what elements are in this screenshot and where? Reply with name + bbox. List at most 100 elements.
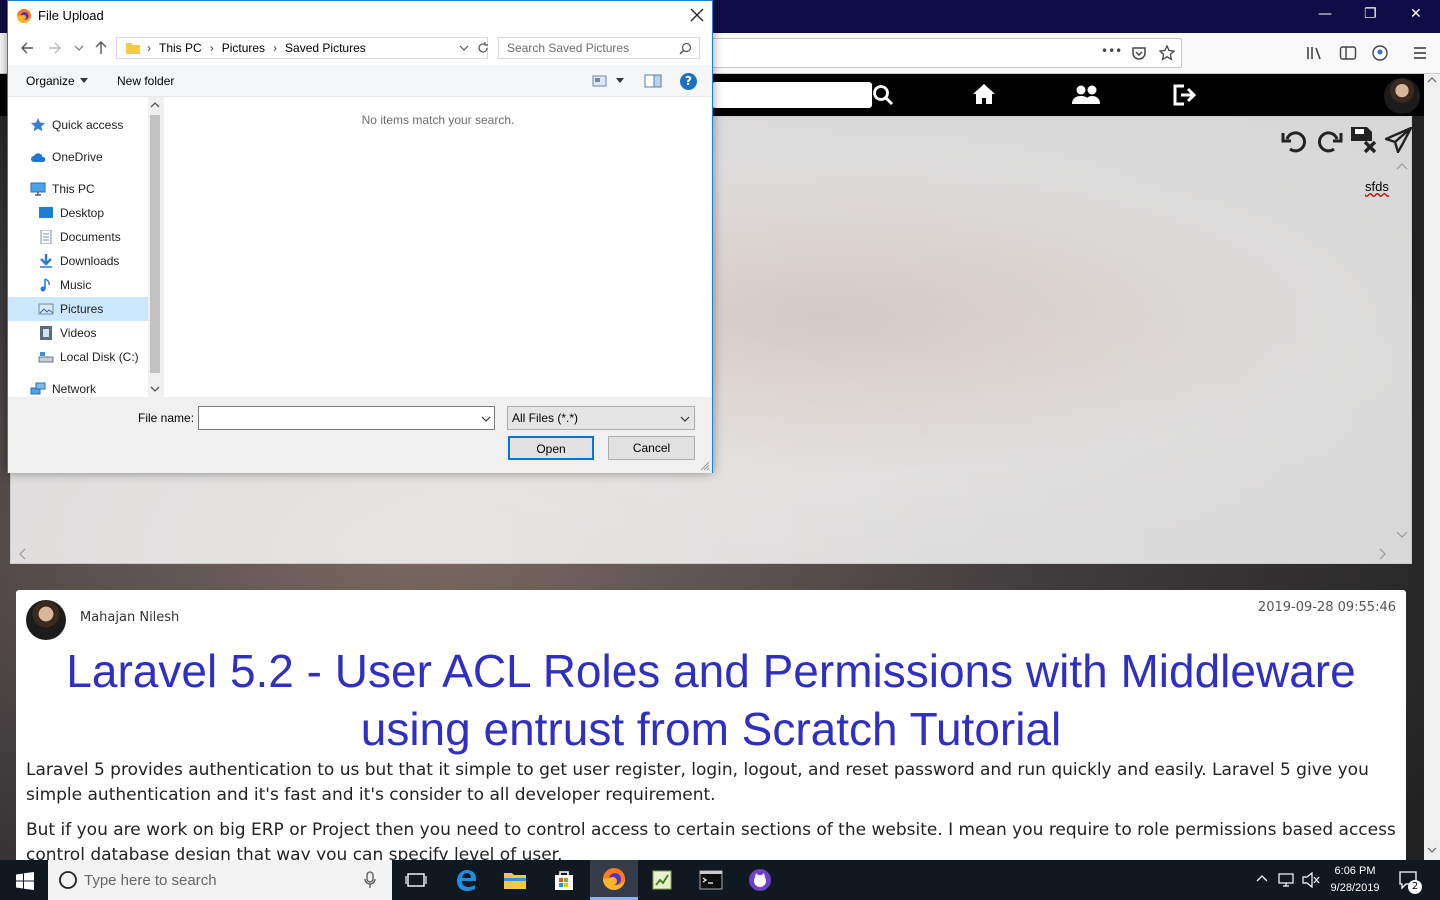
task-view-icon[interactable] xyxy=(392,860,440,900)
open-button[interactable]: Open xyxy=(508,436,594,460)
nav-item-label: Quick access xyxy=(52,118,124,132)
site-search-input[interactable] xyxy=(712,82,872,108)
breadcrumb-pictures[interactable]: Pictures xyxy=(222,41,265,55)
post-timestamp: 2019-09-28 09:55:46 xyxy=(1257,600,1396,615)
close-icon[interactable] xyxy=(690,8,704,22)
system-clock[interactable]: 6:06 PM 9/28/2019 xyxy=(1322,863,1388,897)
breadcrumb-separator: › xyxy=(147,41,151,55)
send-icon[interactable] xyxy=(1385,127,1413,153)
taskbar-search-placeholder: Type here to search xyxy=(84,871,217,889)
file-name-field[interactable] xyxy=(198,406,495,430)
breadcrumb-saved-pictures[interactable]: Saved Pictures xyxy=(285,41,366,55)
nav-scrollbar-thumb[interactable] xyxy=(150,115,160,373)
nav-item-desktop[interactable]: Desktop xyxy=(38,202,104,224)
nav-item-label: Local Disk (C:) xyxy=(60,350,139,364)
post-title[interactable]: Laravel 5.2 - User ACL Roles and Permiss… xyxy=(36,642,1386,758)
minimize-button[interactable]: — xyxy=(1318,6,1332,22)
preview-pane-icon[interactable] xyxy=(644,74,662,88)
file-list-area[interactable]: No items match your search. xyxy=(164,97,712,397)
firefox-taskbar-icon[interactable] xyxy=(590,860,638,900)
edge-icon[interactable] xyxy=(443,860,491,900)
microphone-icon[interactable] xyxy=(364,871,376,889)
close-window-button[interactable]: ✕ xyxy=(1410,6,1422,22)
windows-start-icon[interactable] xyxy=(16,872,34,890)
redo-icon[interactable] xyxy=(1315,127,1343,155)
nav-item-pictures[interactable]: Pictures xyxy=(38,298,103,320)
view-options-button[interactable] xyxy=(592,75,624,87)
restore-button[interactable]: ❐ xyxy=(1364,6,1377,22)
nav-item-this-pc[interactable]: This PC xyxy=(30,178,95,200)
help-icon[interactable]: ? xyxy=(680,73,697,90)
file-explorer-icon[interactable] xyxy=(491,860,539,900)
avatar[interactable] xyxy=(1384,78,1420,114)
nav-item-quick-access[interactable]: Quick access xyxy=(30,114,123,136)
resize-grip-icon[interactable] xyxy=(700,461,710,471)
forward-arrow-icon[interactable] xyxy=(48,41,62,55)
chevron-up-icon[interactable] xyxy=(1256,873,1268,883)
nav-item-downloads[interactable]: Downloads xyxy=(38,250,119,272)
discard-save-icon[interactable] xyxy=(1349,125,1379,155)
app-taskbar-icon[interactable] xyxy=(638,860,686,900)
github-desktop-icon[interactable] xyxy=(736,860,784,900)
author-name[interactable]: Mahajan Nilesh xyxy=(80,610,179,625)
page-actions-button[interactable]: ••• xyxy=(1101,44,1122,58)
url-bar[interactable]: ••• xyxy=(712,38,1182,68)
new-folder-button[interactable]: New folder xyxy=(117,74,174,88)
nav-item-onedrive[interactable]: OneDrive xyxy=(30,146,103,168)
chevron-down-icon[interactable] xyxy=(481,415,491,423)
terminal-icon[interactable] xyxy=(687,860,735,900)
organize-label: Organize xyxy=(26,74,75,88)
nav-item-label: Pictures xyxy=(60,302,104,316)
library-icon[interactable] xyxy=(1306,45,1324,61)
clock-time: 6:06 PM xyxy=(1334,865,1376,877)
chevron-down-icon[interactable] xyxy=(459,44,469,52)
page-scrollbar[interactable] xyxy=(1424,74,1440,860)
nav-scrollbar[interactable] xyxy=(148,97,162,397)
nav-item-music[interactable]: Music xyxy=(38,274,91,296)
refresh-icon[interactable] xyxy=(477,41,489,55)
editor-horizontal-scrollbar[interactable] xyxy=(11,545,1395,563)
undo-icon[interactable] xyxy=(1281,127,1309,155)
dialog-titlebar: File Upload xyxy=(8,1,712,31)
up-arrow-icon[interactable] xyxy=(94,40,108,55)
home-icon[interactable] xyxy=(972,83,996,105)
nav-item-label: This PC xyxy=(52,182,95,196)
logout-icon[interactable] xyxy=(1172,84,1198,106)
recent-locations-chevron-icon[interactable] xyxy=(74,44,84,52)
nav-item-label: OneDrive xyxy=(52,150,103,164)
nav-item-label: Network xyxy=(52,382,97,396)
post-card: Mahajan Nilesh 2019-09-28 09:55:46 Larav… xyxy=(16,590,1406,860)
search-icon[interactable] xyxy=(872,84,894,106)
address-row: › This PC › Pictures › Saved Pictures Se… xyxy=(8,31,712,65)
network-status-icon[interactable] xyxy=(1278,872,1296,888)
hamburger-menu-icon[interactable] xyxy=(1412,45,1428,61)
nav-item-local-disk[interactable]: Local Disk (C:) xyxy=(38,346,139,368)
path-breadcrumb[interactable]: › This PC › Pictures › Saved Pictures xyxy=(116,37,488,59)
chevron-down-icon[interactable] xyxy=(680,415,690,423)
volume-muted-icon[interactable] xyxy=(1302,872,1320,888)
breadcrumb-separator: › xyxy=(273,41,278,55)
organize-menu-button[interactable]: Organize xyxy=(26,74,88,88)
nav-item-label: Downloads xyxy=(60,254,120,268)
nav-item-label: Desktop xyxy=(60,206,105,220)
author-avatar xyxy=(26,600,66,640)
store-icon[interactable] xyxy=(540,860,588,900)
search-icon[interactable] xyxy=(679,42,692,55)
taskbar-search-box[interactable]: Type here to search xyxy=(48,860,392,900)
sidebar-icon[interactable] xyxy=(1339,45,1357,61)
breadcrumb-this-pc[interactable]: This PC xyxy=(159,41,202,55)
search-input[interactable]: Search Saved Pictures xyxy=(498,37,700,59)
back-arrow-icon[interactable] xyxy=(20,41,34,55)
file-type-select[interactable]: All Files (*.*) xyxy=(507,406,695,430)
cancel-button[interactable]: Cancel xyxy=(608,436,695,460)
notification-badge: 2 xyxy=(1408,880,1422,894)
bookmark-star-icon[interactable] xyxy=(1159,45,1175,61)
account-icon[interactable] xyxy=(1372,45,1388,61)
pocket-icon[interactable] xyxy=(1131,45,1147,61)
editor-vertical-scrollbar[interactable] xyxy=(1393,159,1411,549)
nav-item-label: Music xyxy=(60,278,92,292)
users-icon[interactable] xyxy=(1072,85,1100,105)
nav-item-documents[interactable]: Documents xyxy=(38,226,121,248)
firefox-icon xyxy=(16,8,32,24)
nav-item-videos[interactable]: Videos xyxy=(38,322,96,344)
